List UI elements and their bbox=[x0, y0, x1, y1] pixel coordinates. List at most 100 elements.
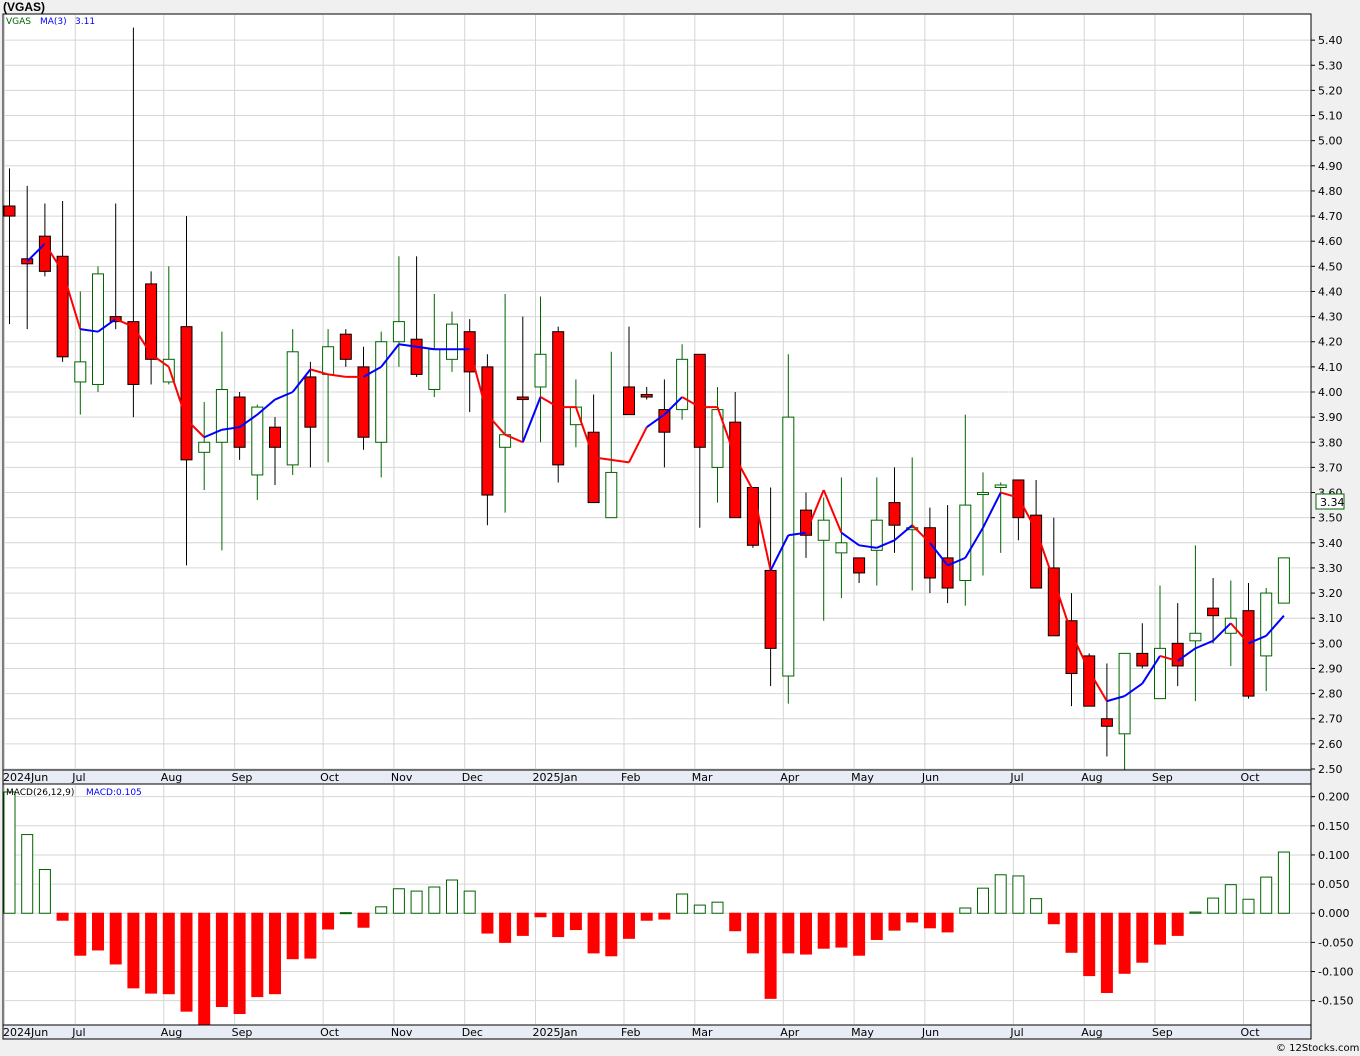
price-tick-label: 2.60 bbox=[1318, 738, 1343, 751]
month-label-top: Aug bbox=[1081, 771, 1102, 784]
macd-bar-negative bbox=[817, 912, 830, 949]
month-label-bottom: Sep bbox=[232, 1026, 253, 1039]
macd-bar-positive bbox=[1189, 911, 1202, 914]
macd-bar-negative bbox=[782, 912, 795, 954]
price-tick-label: 5.20 bbox=[1318, 84, 1343, 97]
macd-bar-positive bbox=[375, 906, 388, 914]
macd-bar-positive bbox=[38, 869, 51, 914]
candle-body-down bbox=[1065, 620, 1078, 674]
candle-body-down bbox=[1136, 652, 1149, 667]
price-tick-label: 4.60 bbox=[1318, 235, 1343, 248]
macd-bar-positive bbox=[392, 888, 405, 914]
month-label-top: 2024Jun bbox=[3, 771, 48, 784]
macd-bar-negative bbox=[853, 912, 866, 956]
price-tick-label: 4.30 bbox=[1318, 311, 1343, 324]
candle-body-up bbox=[782, 416, 795, 677]
macd-bar-negative bbox=[198, 912, 211, 1029]
macd-bar-negative bbox=[658, 912, 671, 920]
price-tick-label: 4.80 bbox=[1318, 185, 1343, 198]
macd-bar-negative bbox=[623, 912, 635, 939]
month-label-top: Feb bbox=[621, 771, 640, 784]
candle-body-up bbox=[605, 471, 618, 519]
macd-tick-label: 0.000 bbox=[1318, 907, 1350, 920]
price-tick-label: 5.30 bbox=[1318, 59, 1343, 72]
last-price-label: 3.34 bbox=[1320, 496, 1345, 509]
macd-bar-negative bbox=[923, 912, 936, 929]
stock-chart: (VGAS) 2.50 2.60 2.70 2.80 2.90 3.00 3.10 3.20 3… bbox=[2, 0, 1359, 1054]
macd-bar-positive bbox=[977, 887, 989, 914]
chart-title: (VGAS) bbox=[3, 0, 45, 14]
macd-bar-negative bbox=[499, 912, 512, 943]
price-tick-label: 3.20 bbox=[1318, 587, 1343, 600]
candle-body-down bbox=[1100, 718, 1113, 727]
month-label-top: May bbox=[851, 771, 874, 784]
month-label-bottom: Oct bbox=[1241, 1026, 1261, 1039]
macd-bar-positive bbox=[1224, 884, 1237, 914]
candle-body-down bbox=[853, 557, 866, 574]
macd-legend-label: MACD(26,12,9) bbox=[6, 788, 74, 798]
month-label-bottom: Nov bbox=[391, 1026, 413, 1039]
macd-bar-negative bbox=[92, 912, 104, 951]
legend-ma-value: 3.11 bbox=[75, 17, 95, 27]
candle-body-up bbox=[817, 519, 830, 541]
macd-bar-positive bbox=[446, 879, 458, 914]
candle-body-down bbox=[729, 421, 742, 519]
candle-body-up bbox=[994, 484, 1007, 489]
price-tick-label: 3.10 bbox=[1318, 612, 1343, 625]
macd-bar-negative bbox=[835, 912, 848, 948]
macd-bar-negative bbox=[1171, 912, 1184, 936]
candle-body-down bbox=[38, 235, 51, 272]
price-panel: 2.50 2.60 2.70 2.80 2.90 3.00 3.10 3.20 3.30 3.40… bbox=[2, 13, 1345, 776]
candle-body-down bbox=[304, 376, 317, 428]
month-label-bottom: Sep bbox=[1152, 1026, 1173, 1039]
candle-body-down bbox=[481, 366, 494, 496]
candle-body-down bbox=[941, 557, 954, 589]
candle-body-down bbox=[269, 426, 281, 448]
macd-bar-negative bbox=[304, 912, 317, 959]
macd-bar-negative bbox=[180, 912, 193, 1012]
candle-body-down bbox=[1171, 642, 1184, 667]
candle-body-down bbox=[1030, 514, 1043, 589]
macd-bar-negative bbox=[481, 912, 494, 934]
price-tick-label: 4.90 bbox=[1318, 160, 1343, 173]
month-label-top: Jul bbox=[71, 771, 85, 784]
candle-body-up bbox=[428, 348, 441, 390]
month-label-top: 2025Jan bbox=[533, 771, 578, 784]
month-label-bottom: May bbox=[851, 1026, 874, 1039]
candle-body-down bbox=[623, 386, 635, 416]
macd-bar-positive bbox=[463, 890, 476, 914]
candle-body-up bbox=[959, 504, 972, 582]
candle-body-up bbox=[977, 492, 989, 496]
candle-body-up bbox=[392, 321, 405, 343]
macd-bar-negative bbox=[251, 912, 264, 998]
macd-legend-value: MACD:0.105 bbox=[86, 788, 142, 798]
macd-bar-positive bbox=[1277, 851, 1290, 914]
month-label-top: Oct bbox=[320, 771, 340, 784]
macd-bar-negative bbox=[800, 912, 812, 955]
candle-body-down bbox=[888, 502, 901, 526]
month-label-bottom: Apr bbox=[780, 1026, 800, 1039]
price-tick-label: 5.00 bbox=[1318, 135, 1343, 148]
price-tick-label: 5.10 bbox=[1318, 110, 1343, 123]
month-label-bottom: Aug bbox=[161, 1026, 182, 1039]
macd-tick-label: 0.100 bbox=[1318, 849, 1350, 862]
macd-bar-negative bbox=[587, 912, 600, 954]
month-label-bottom: 2025Jan bbox=[533, 1026, 578, 1039]
macd-bar-negative bbox=[1154, 912, 1166, 945]
macd-bar-positive bbox=[693, 904, 706, 914]
month-label-top: Jun bbox=[921, 771, 939, 784]
price-tick-label: 3.50 bbox=[1318, 512, 1343, 525]
macd-bar-negative bbox=[322, 912, 335, 930]
macd-bar-negative bbox=[870, 912, 883, 940]
macd-bar-negative bbox=[552, 912, 565, 938]
month-label-bottom: Jul bbox=[71, 1026, 85, 1039]
candle-body-up bbox=[835, 542, 848, 554]
month-label-top: Nov bbox=[391, 771, 413, 784]
macd-bar-positive bbox=[3, 791, 16, 914]
candle-body-up bbox=[215, 388, 228, 443]
macd-bar-negative bbox=[569, 912, 582, 931]
month-label-top: Oct bbox=[1241, 771, 1261, 784]
candle-body-up bbox=[286, 351, 299, 466]
macd-bar-negative bbox=[1100, 912, 1113, 994]
price-tick-label: 2.50 bbox=[1318, 763, 1343, 776]
